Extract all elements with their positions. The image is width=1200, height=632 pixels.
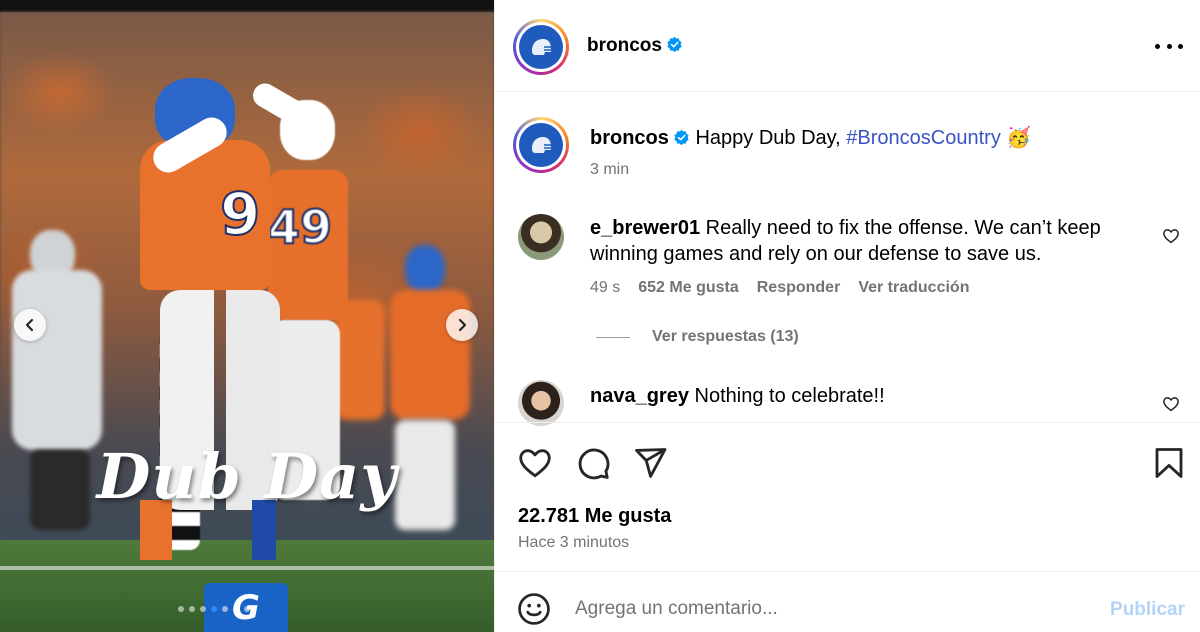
carousel-dot	[189, 606, 195, 612]
comment-likes[interactable]: 652 Me gusta	[638, 279, 738, 297]
broncos-helmet-icon	[519, 123, 563, 167]
reply-button[interactable]: Responder	[757, 279, 841, 297]
comment-composer: Publicar	[495, 571, 1200, 632]
comment-like-heart-icon[interactable]	[1162, 227, 1180, 245]
carousel-dot	[211, 606, 217, 612]
commenter-avatar[interactable]	[518, 380, 564, 426]
post-timestamp: Hace 3 minutos	[518, 534, 630, 551]
background-player	[335, 300, 385, 420]
comment-text: Nothing to celebrate!!	[694, 385, 885, 407]
more-options-button[interactable]	[1155, 36, 1183, 56]
raider-pants	[30, 450, 90, 530]
media-top-strip	[0, 0, 494, 12]
caption-emoji: 🥳	[1006, 127, 1032, 149]
carousel-prev-button[interactable]	[14, 309, 46, 341]
carousel-dot	[178, 606, 184, 612]
carousel-next-button[interactable]	[446, 309, 478, 341]
post-media[interactable]: 49 9 Dub Day G	[0, 0, 494, 632]
background-player-helmet	[405, 245, 445, 293]
view-replies-button[interactable]: Ver respuestas (13)	[596, 328, 799, 346]
post-detail-panel: broncos broncos Happy Dub Day, #BroncosC…	[494, 0, 1200, 632]
like-heart-icon[interactable]	[517, 445, 553, 481]
author-username[interactable]: broncos	[587, 35, 683, 57]
post-header: broncos	[495, 0, 1200, 92]
chevron-right-icon	[458, 318, 467, 332]
author-username-text[interactable]: broncos	[587, 35, 662, 56]
caption-text: Happy Dub Day,	[695, 127, 841, 149]
publish-button[interactable]: Publicar	[1110, 599, 1185, 621]
commenter-avatar[interactable]	[518, 214, 564, 260]
broncos-helmet-icon	[519, 25, 563, 69]
carousel-dot	[222, 606, 228, 612]
bookmark-icon[interactable]	[1151, 445, 1187, 481]
dub-day-overlay-text: Dub Day	[96, 440, 398, 513]
player-49-number: 49	[267, 199, 333, 255]
replies-divider	[596, 336, 630, 338]
emoji-icon[interactable]	[517, 592, 551, 626]
carousel-indicator	[178, 606, 250, 612]
comment-time[interactable]: 49 s	[590, 279, 620, 297]
comment-username[interactable]: nava_grey	[590, 385, 689, 407]
post-caption: broncos Happy Dub Day, #BroncosCountry 🥳	[590, 125, 1031, 150]
comment-icon[interactable]	[575, 445, 611, 481]
field-yard-line	[0, 566, 494, 570]
author-avatar[interactable]	[513, 19, 569, 75]
carousel-dot	[233, 606, 239, 612]
post-likes-count[interactable]: 22.781 Me gusta	[518, 505, 671, 528]
comment-item: nava_grey Nothing to celebrate!!	[590, 383, 1150, 409]
comment-like-heart-icon[interactable]	[1162, 395, 1180, 413]
view-replies-label: Ver respuestas (13)	[652, 328, 799, 345]
more-icon-dot	[1166, 43, 1172, 49]
carousel-dot	[244, 606, 250, 612]
more-icon-dot	[1155, 43, 1160, 49]
player-9-number: 9	[219, 179, 261, 249]
caption-author-avatar[interactable]	[513, 117, 569, 173]
chevron-left-icon	[25, 318, 34, 332]
post-actions: 22.781 Me gusta Hace 3 minutos	[495, 422, 1200, 572]
verified-badge-icon	[667, 36, 682, 53]
see-translation-button[interactable]: Ver traducción	[858, 279, 969, 297]
comment-item: e_brewer01 Really need to fix the offens…	[590, 215, 1150, 267]
comment-input[interactable]	[575, 594, 1095, 624]
caption-timestamp[interactable]: 3 min	[590, 161, 629, 179]
comment-meta: 49 s 652 Me gusta Responder Ver traducci…	[590, 279, 969, 297]
carousel-dot	[200, 606, 206, 612]
verified-badge-icon	[674, 129, 689, 146]
more-icon-dot	[1178, 43, 1183, 49]
raider-player	[12, 270, 102, 450]
caption-hashtag[interactable]: #BroncosCountry	[846, 127, 1001, 149]
share-icon[interactable]	[632, 445, 668, 481]
background-player-pants	[395, 420, 455, 530]
caption-username[interactable]: broncos	[590, 127, 669, 149]
comment-username[interactable]: e_brewer01	[590, 217, 700, 239]
